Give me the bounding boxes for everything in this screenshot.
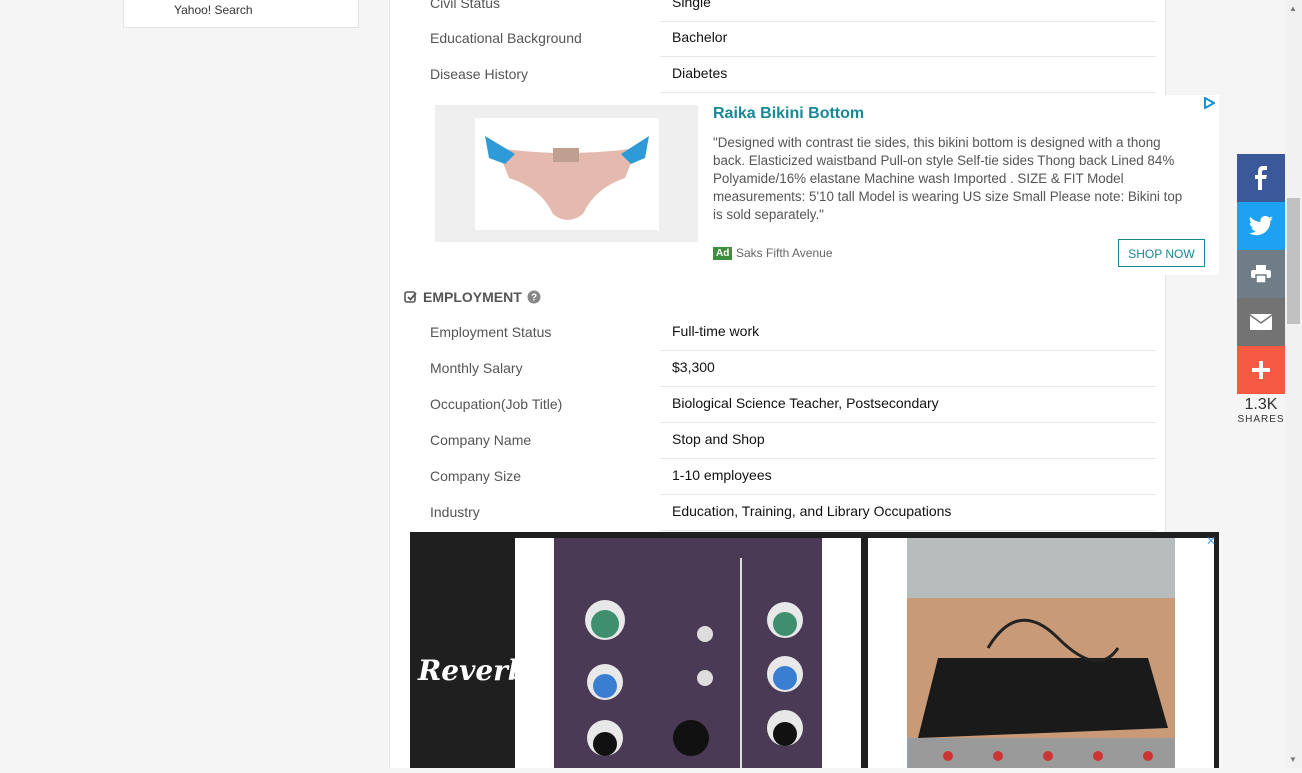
facebook-icon [1255, 166, 1267, 190]
row-value: Single [672, 0, 711, 10]
share-count: 1.3K [1244, 396, 1278, 413]
divider [660, 530, 1156, 531]
ad-badge: Ad [713, 247, 733, 260]
ad-image-panel-2[interactable] [868, 538, 1214, 768]
share-label: SHARES [1237, 414, 1285, 425]
row-value: 1-10 employees [672, 467, 772, 483]
banner-ad[interactable]: Reverb ✕ [410, 532, 1219, 768]
row-value: Diabetes [672, 65, 728, 81]
row-monthly-salary: Monthly Salary $3,300 [430, 351, 1156, 387]
help-icon[interactable]: ? [527, 290, 541, 304]
bikini-image [485, 136, 649, 220]
row-industry: Industry Education, Training, and Librar… [430, 495, 1156, 531]
product-ad[interactable]: Raika Bikini Bottom "Designed with contr… [435, 95, 1219, 275]
divider [660, 92, 1156, 93]
print-share-button[interactable] [1237, 250, 1285, 298]
envelope-icon [1250, 314, 1272, 330]
audio-equipment-image [554, 538, 822, 768]
row-label: Educational Background [430, 30, 582, 46]
email-share-button[interactable] [1237, 298, 1285, 346]
employment-section-heading: EMPLOYMENT ? [404, 289, 541, 305]
ad-title[interactable]: Raika Bikini Bottom [713, 105, 864, 123]
row-label: Occupation(Job Title) [430, 396, 563, 412]
share-bar: 1.3K SHARES [1237, 154, 1285, 425]
section-title: EMPLOYMENT [423, 289, 522, 305]
rack-unit-image [907, 538, 1175, 768]
ad-description: "Designed with contrast tie sides, this … [713, 135, 1183, 222]
facebook-share-button[interactable] [1237, 154, 1285, 202]
row-label: Industry [430, 504, 480, 520]
row-occupation: Occupation(Job Title) Biological Science… [430, 387, 1156, 423]
printer-icon [1251, 265, 1271, 283]
scroll-down-arrow-icon[interactable]: ▼ [1289, 755, 1297, 764]
row-value: Full-time work [672, 323, 760, 339]
more-share-button[interactable] [1237, 346, 1285, 394]
check-square-icon [404, 291, 417, 303]
plus-icon [1252, 361, 1270, 379]
sidebar-link-yahoo-search[interactable]: Yahoo! Search [174, 3, 253, 17]
row-value: Stop and Shop [672, 431, 765, 447]
row-civil-status: Civil Status Single [430, 0, 1156, 22]
row-label: Civil Status [430, 0, 501, 11]
product-image-frame[interactable] [435, 105, 698, 242]
row-value: $3,300 [672, 359, 715, 375]
row-employment-status: Employment Status Full-time work [430, 315, 1156, 351]
sidebar-card: Yahoo! Search [123, 0, 359, 28]
scroll-up-arrow-icon[interactable]: ▲ [1289, 4, 1297, 13]
close-ad-icon[interactable]: ✕ [1206, 534, 1216, 548]
svg-text:?: ? [531, 293, 537, 304]
row-value: Education, Training, and Library Occupat… [672, 503, 952, 519]
row-label: Employment Status [430, 324, 552, 340]
scrollbar-thumb[interactable] [1287, 198, 1300, 324]
twitter-share-button[interactable] [1237, 202, 1285, 250]
row-disease-history: Disease History Diabetes [430, 57, 1156, 93]
shop-now-button[interactable]: SHOP NOW [1118, 239, 1205, 267]
adchoices-icon[interactable] [1203, 97, 1215, 109]
twitter-icon [1249, 216, 1273, 236]
ad-image-panel-1[interactable] [515, 538, 861, 768]
row-value: Biological Science Teacher, Postsecondar… [672, 395, 939, 411]
row-label: Company Size [430, 468, 522, 484]
row-company-size: Company Size 1-10 employees [430, 459, 1156, 495]
ad-advertiser[interactable]: Saks Fifth Avenue [736, 246, 833, 260]
row-label: Disease History [430, 66, 529, 82]
row-value: Bachelor [672, 29, 728, 45]
row-educational-background: Educational Background Bachelor [430, 21, 1156, 57]
row-company-name: Company Name Stop and Shop [430, 423, 1156, 459]
scrollbar[interactable]: ▲ ▼ [1285, 0, 1302, 768]
product-image[interactable] [475, 118, 659, 230]
row-label: Company Name [430, 432, 532, 448]
reverb-logo[interactable]: Reverb [418, 654, 528, 687]
row-label: Monthly Salary [430, 360, 523, 376]
